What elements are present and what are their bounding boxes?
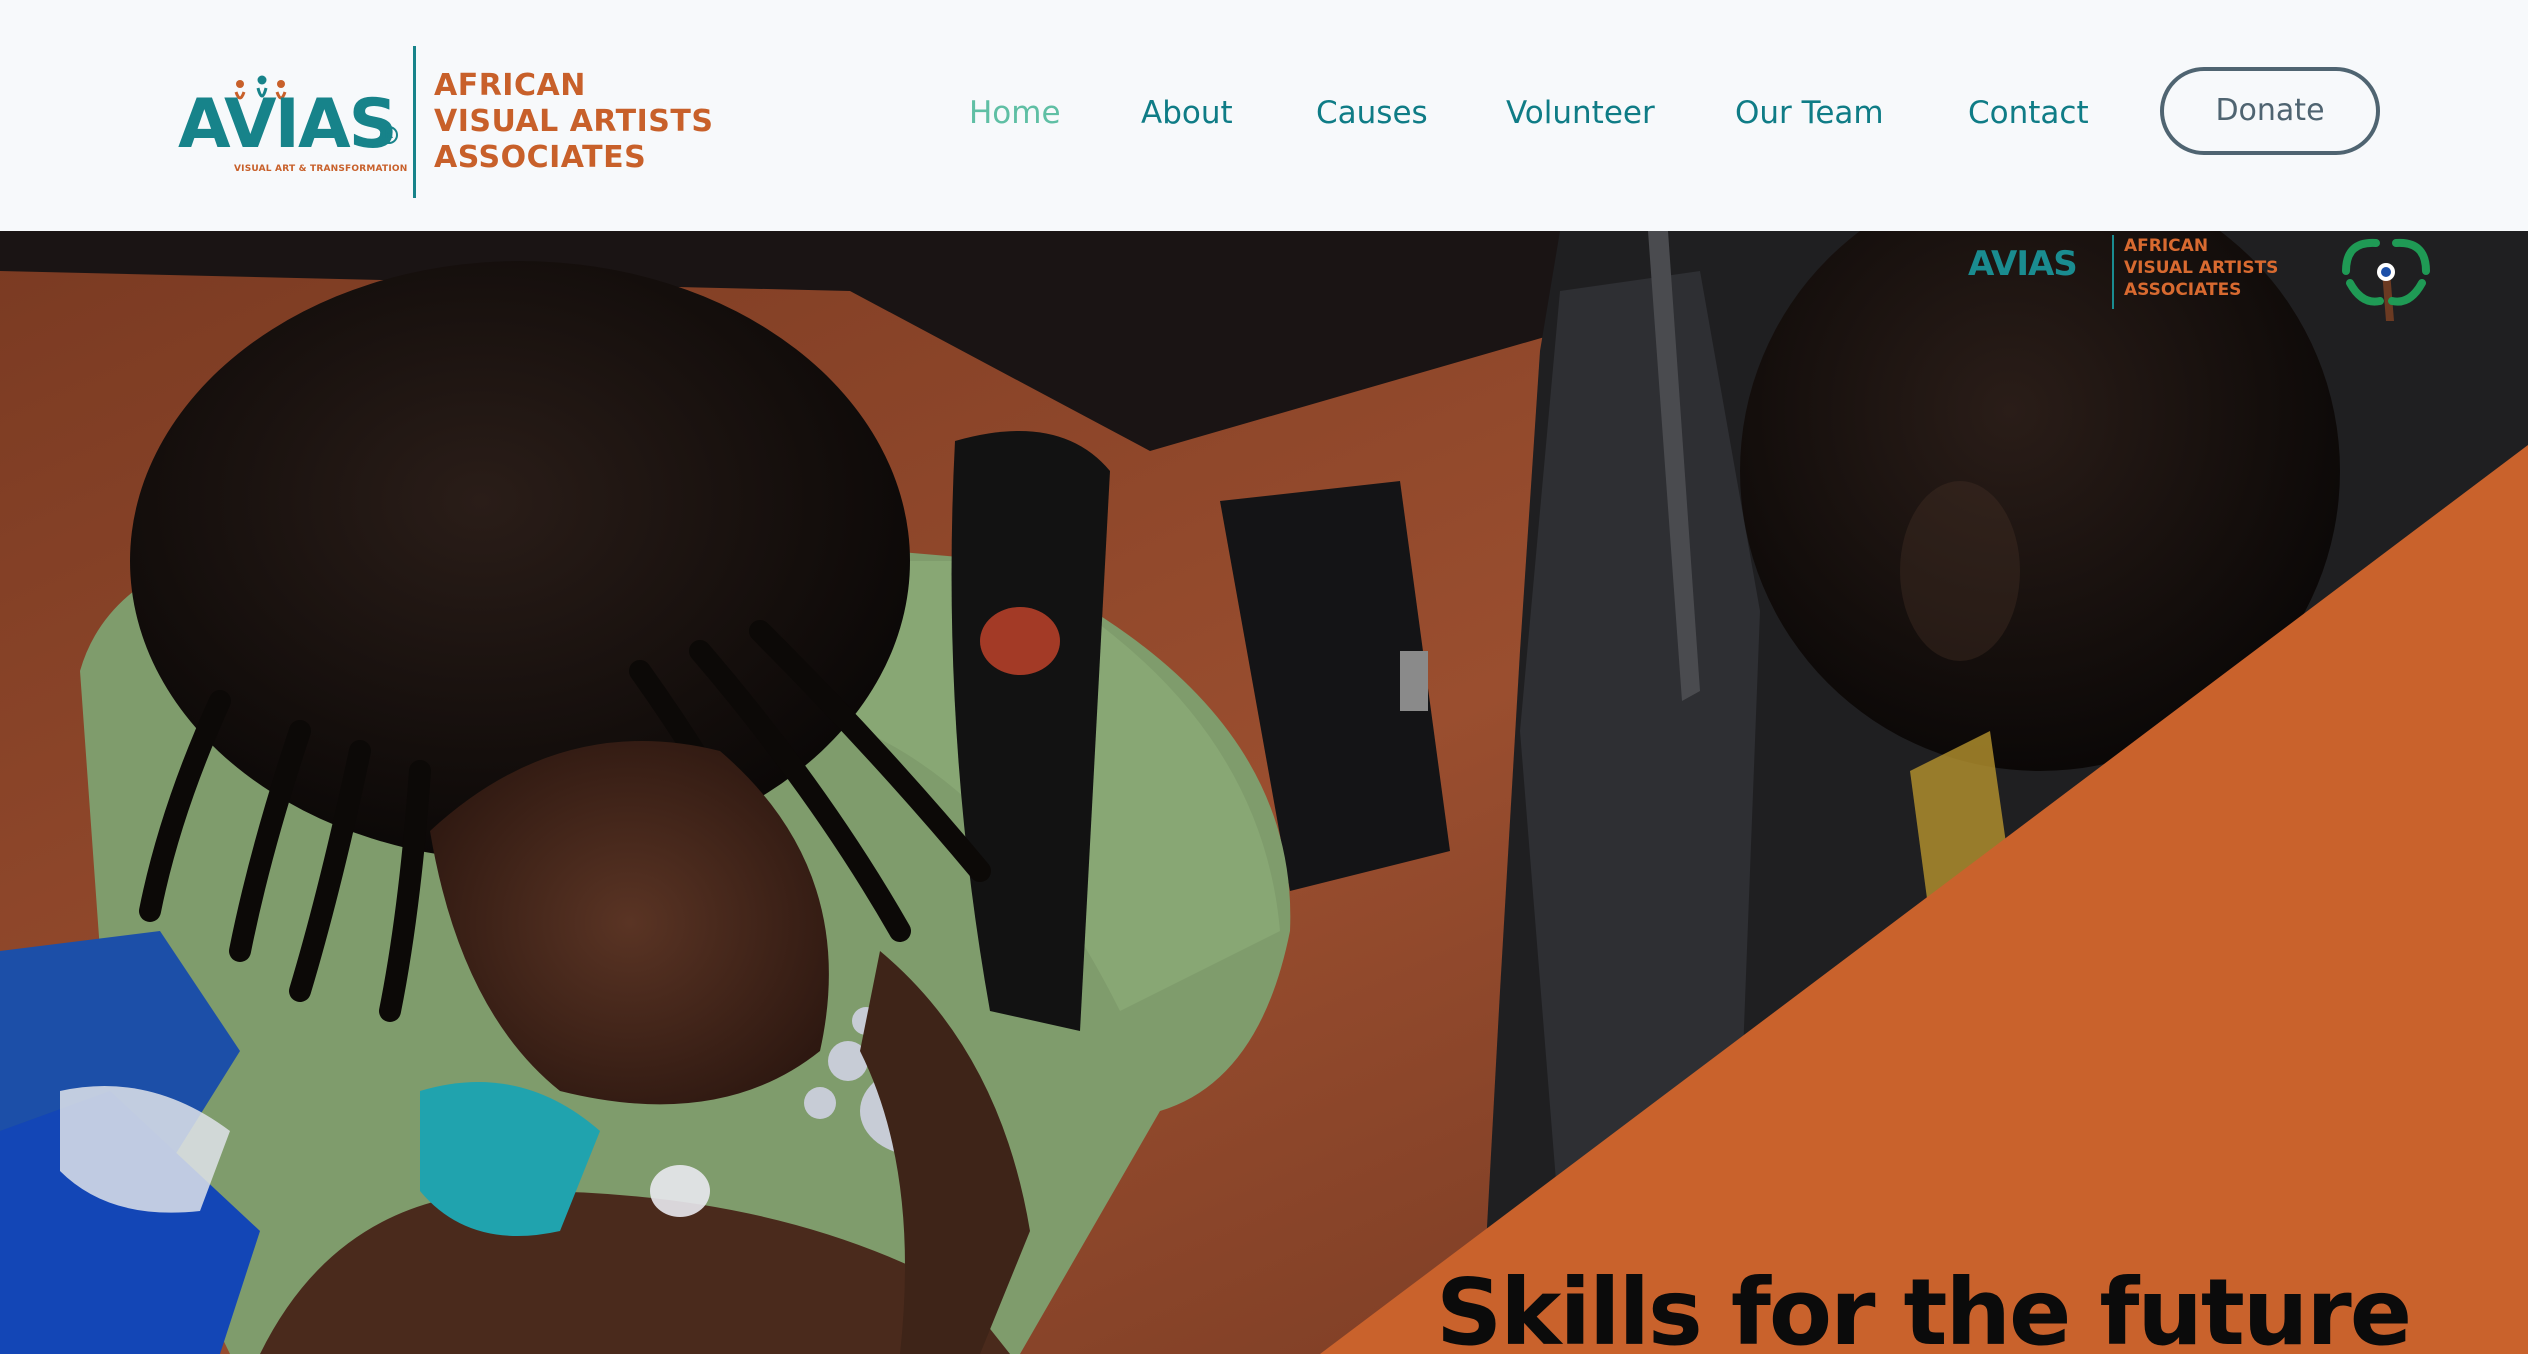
logo-divider — [413, 46, 416, 198]
nav-our-team[interactable]: Our Team — [1735, 88, 1884, 138]
nav-home[interactable]: Home — [969, 88, 1061, 138]
registered-mark-icon: R — [380, 126, 398, 144]
nav-about[interactable]: About — [1141, 88, 1233, 138]
watermark-divider — [2112, 235, 2114, 309]
nav-volunteer[interactable]: Volunteer — [1506, 88, 1655, 138]
logo-full-name: AFRICAN VISUAL ARTISTS ASSOCIATES — [434, 68, 713, 176]
avias-emblem-icon: AVIAS VISUAL ART & TRANSFORMATION R — [178, 75, 407, 180]
logo-wordmark: AVIAS — [178, 85, 398, 164]
logo-tagline: VISUAL ART & TRANSFORMATION — [234, 164, 408, 174]
logo-name-line: VISUAL ARTISTS — [434, 104, 714, 139]
hero-photo — [0, 231, 2528, 1354]
nav-contact[interactable]: Contact — [1968, 88, 2089, 138]
logo-name-line: AFRICAN — [434, 68, 586, 103]
hero-section: AVIAS AFRICAN VISUAL ARTISTS ASSOCIATES … — [0, 231, 2528, 1354]
tree-emblem-icon — [2342, 238, 2430, 321]
watermark-wordmark: AVIAS — [1968, 244, 2078, 284]
nav-causes[interactable]: Causes — [1316, 88, 1428, 138]
site-logo[interactable]: AVIAS VISUAL ART & TRANSFORMATION R AFRI… — [178, 46, 713, 201]
donate-button[interactable]: Donate — [2160, 67, 2380, 155]
watermark-name-line: VISUAL ARTISTS — [2124, 258, 2279, 278]
watermark-name-line: AFRICAN — [2124, 236, 2209, 256]
site-header: AVIAS VISUAL ART & TRANSFORMATION R AFRI… — [0, 0, 2528, 231]
logo-name-line: ASSOCIATES — [434, 140, 647, 175]
hero-title: Skills for the future — [1436, 1259, 2412, 1354]
watermark-name-line: ASSOCIATES — [2124, 280, 2242, 300]
watermark-full-name: AFRICAN VISUAL ARTISTS ASSOCIATES — [2124, 235, 2278, 301]
